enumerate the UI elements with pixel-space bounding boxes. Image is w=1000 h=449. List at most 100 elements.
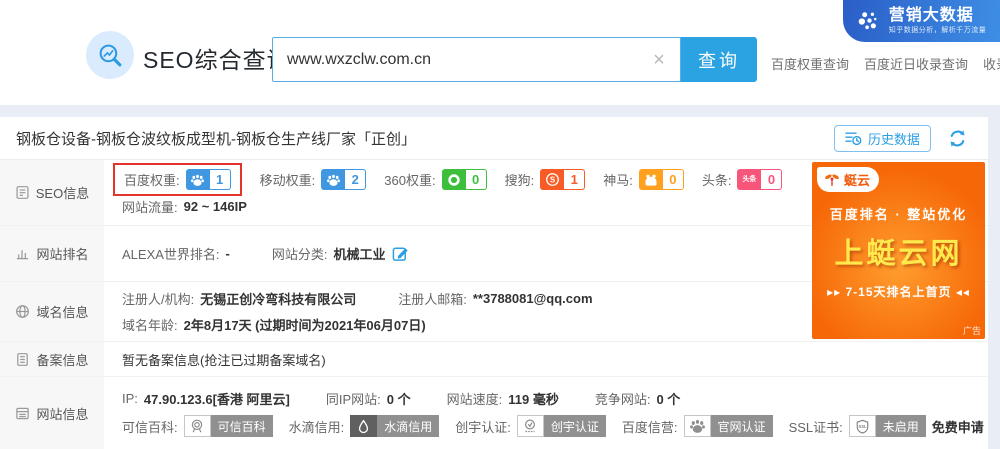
ip-value: 47.90.123.6[香港 阿里云] xyxy=(144,389,290,408)
baidu-paw-icon xyxy=(186,169,210,190)
sogou-weight-badge[interactable]: S 1 xyxy=(540,169,585,190)
shenma-mascot-icon xyxy=(639,169,663,190)
alexa-rank-value: - xyxy=(226,246,230,261)
banner-title: 营销大数据 xyxy=(889,7,987,25)
dots-cluster-icon xyxy=(857,10,882,33)
search-bar: × xyxy=(272,37,681,82)
document-note-icon xyxy=(15,185,30,200)
baidu-xinying-label: 百度信营: xyxy=(622,417,678,436)
site-category-value: 机械工业 xyxy=(334,244,386,263)
header-links: 百度权重查询 百度近日收录查询 收录查询 xyxy=(771,54,1000,73)
site-speed-label: 网站速度: xyxy=(447,389,503,408)
sidebar-item-seo-info: SEO信息 xyxy=(0,160,104,225)
qihoo-weight-label: 360权重: xyxy=(384,170,435,189)
registrant-email-value: **3788081@qq.com xyxy=(473,291,593,306)
competitor-sites-value: 0 个 xyxy=(656,389,680,408)
ad-tag: 广告 xyxy=(963,324,981,337)
tingyun-brand-text: 蜓云 xyxy=(844,170,870,189)
highlight-box-baidu-weight: 百度权重: 1 xyxy=(113,163,242,196)
result-toolbar: 钢板仓设备-钢板仓波纹板成型机-钢板仓生产线厂家「正创」 历史数据 xyxy=(0,117,988,160)
shenma-label: 神马: xyxy=(603,170,633,189)
competitor-sites-label: 竞争网站: xyxy=(595,389,651,408)
baidu-weight-value: 1 xyxy=(210,169,231,190)
baidu-weight-badge[interactable]: 1 xyxy=(186,169,231,190)
traffic-label: 网站流量: xyxy=(122,197,178,216)
refresh-icon[interactable] xyxy=(947,128,968,149)
toutiao-label: 头条: xyxy=(702,170,732,189)
sidebar-item-domain-info: 域名信息 xyxy=(0,282,104,341)
clear-icon[interactable]: × xyxy=(638,50,680,70)
search-input[interactable] xyxy=(273,38,638,81)
app-title: SEO综合查询 xyxy=(143,41,291,75)
sogou-label: 搜狗: xyxy=(505,170,535,189)
shuidi-credit-badge[interactable]: 水滴信用 xyxy=(350,415,439,437)
site-speed-value: 119 毫秒 xyxy=(508,389,559,408)
sidebar-label-seo: SEO信息 xyxy=(36,183,89,202)
dragonfly-icon xyxy=(823,172,841,187)
row-icp-info: 备案信息 暂无备案信息(抢注已过期备案域名) xyxy=(0,341,988,376)
registrant-email-label: 注册人邮箱: xyxy=(398,289,467,308)
query-button[interactable]: 查询 xyxy=(681,37,757,82)
tingyun-ad[interactable]: 蜓云 百度排名 · 整站优化 上蜓云网 ▸▸ 7-15天排名上首页 ◂◂ 广告 xyxy=(812,162,985,339)
alexa-rank-label: ALEXA世界排名: xyxy=(122,244,220,263)
toutiao-weight-value: 0 xyxy=(761,169,782,190)
marketing-banner[interactable]: 营销大数据 知乎数据分析，解析千万流量 xyxy=(843,0,1000,42)
sogou-s-icon: S xyxy=(540,169,564,190)
traffic-value: 92 ~ 146IP xyxy=(184,199,247,214)
sidebar-label-domain: 域名信息 xyxy=(36,302,88,321)
history-list-clock-icon xyxy=(845,131,862,146)
sidebar-label-rank: 网站排名 xyxy=(36,244,88,263)
shenma-weight-badge[interactable]: 0 xyxy=(639,169,684,190)
same-ip-sites-value: 0 个 xyxy=(387,389,411,408)
ad-main-slogan: 上蜓云网 xyxy=(812,230,985,272)
baidu-official-cert-badge-text: 官网认证 xyxy=(711,415,773,437)
ssl-shield-icon: SSL xyxy=(849,415,876,437)
trusted-baike-badge[interactable]: 可信百科 xyxy=(184,415,273,437)
mobile-weight-value: 2 xyxy=(345,169,366,190)
icp-status-text: 暂无备案信息(抢注已过期备案域名) xyxy=(122,350,326,369)
svg-text:SSL: SSL xyxy=(858,424,866,429)
header: SEO综合查询 × 查询 百度权重查询 百度近日收录查询 收录查询 营销大数据 … xyxy=(0,0,1000,105)
registrant-value: 无锡正创冷弯科技有限公司 xyxy=(200,289,356,308)
document-icon xyxy=(15,352,30,367)
chuangyu-cert-badge[interactable]: 创宇认证 xyxy=(517,415,606,437)
link-index-query[interactable]: 收录查询 xyxy=(983,54,1000,73)
baidu-weight-label: 百度权重: xyxy=(124,170,180,189)
chuangyu-cert-badge-text: 创宇认证 xyxy=(544,415,606,437)
ssl-cert-badge-text: 未启用 xyxy=(876,415,926,437)
ring-360-icon xyxy=(442,169,466,190)
baidu-paw-gray-icon xyxy=(684,415,711,437)
ssl-cert-badge[interactable]: SSL 未启用 xyxy=(849,415,926,437)
mobile-weight-badge[interactable]: 2 xyxy=(321,169,366,190)
history-data-button[interactable]: 历史数据 xyxy=(834,125,931,152)
ssl-free-apply-link[interactable]: 免费申请 xyxy=(932,417,984,436)
toutiao-weight-badge[interactable]: 头条 0 xyxy=(737,169,782,190)
qihoo-weight-badge[interactable]: 0 xyxy=(442,169,487,190)
domain-age-label: 域名年龄: xyxy=(122,315,178,334)
link-baidu-weight-query[interactable]: 百度权重查询 xyxy=(771,54,849,73)
chuangyu-cert-label: 创宇认证: xyxy=(455,417,511,436)
baidu-official-cert-badge[interactable]: 官网认证 xyxy=(684,415,773,437)
toutiao-text-icon: 头条 xyxy=(737,169,761,190)
magnifier-trend-icon xyxy=(97,42,124,69)
sidebar-item-site-rank: 网站排名 xyxy=(0,226,104,281)
svg-text:S: S xyxy=(550,176,556,185)
site-category-label: 网站分类: xyxy=(272,244,328,263)
bar-chart-icon xyxy=(15,246,30,261)
ssl-cert-label: SSL证书: xyxy=(789,417,843,436)
edit-category-icon[interactable] xyxy=(392,245,409,262)
sidebar-label-icp: 备案信息 xyxy=(36,350,88,369)
shuidi-credit-label: 水滴信用: xyxy=(289,417,345,436)
shuidi-credit-badge-text: 水滴信用 xyxy=(377,415,439,437)
registrant-label: 注册人/机构: xyxy=(122,289,194,308)
water-drop-icon xyxy=(350,415,377,437)
link-baidu-recent-index-query[interactable]: 百度近日收录查询 xyxy=(864,54,968,73)
result-card: 钢板仓设备-钢板仓波纹板成型机-钢板仓生产线厂家「正创」 历史数据 xyxy=(0,117,988,449)
trusted-baike-label: 可信百科: xyxy=(122,417,178,436)
sidebar-item-icp-info: 备案信息 xyxy=(0,342,104,376)
sogou-weight-value: 1 xyxy=(564,169,585,190)
ad-sub-slogan: ▸▸ 7-15天排名上首页 ◂◂ xyxy=(812,283,985,300)
mobile-weight-label: 移动权重: xyxy=(260,170,316,189)
globe-www-icon xyxy=(15,304,30,319)
verified-v-icon xyxy=(517,415,544,437)
